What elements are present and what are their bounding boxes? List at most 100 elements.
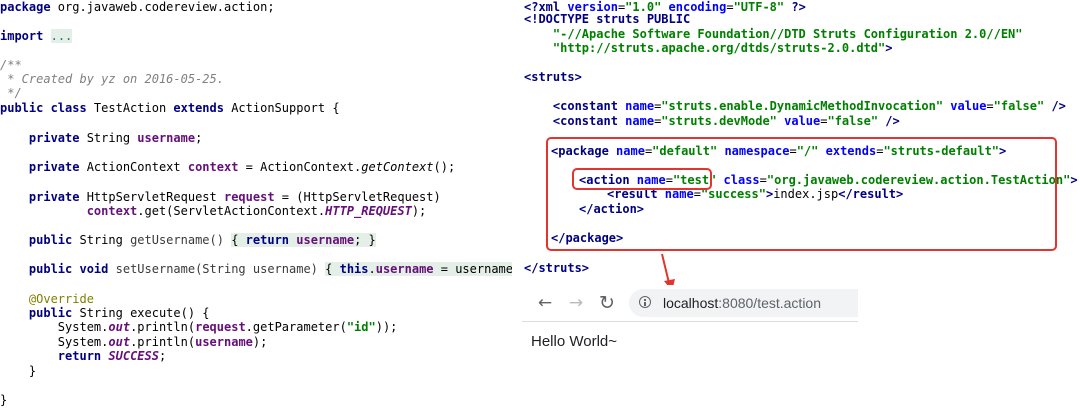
constant: HTTP_REQUEST (325, 204, 412, 218)
keyword: private (28, 190, 80, 204)
keyword: public void (28, 262, 109, 276)
xml-attr: value (950, 99, 987, 113)
code-text: . (368, 262, 376, 276)
reload-button[interactable]: ↻ (597, 293, 617, 313)
keyword: public (28, 306, 73, 320)
field-name: username (195, 335, 253, 349)
xml-tag: <constant (552, 114, 626, 128)
xml-line: <constant name="struts.devMode" value="f… (524, 114, 900, 128)
code-text: ; (158, 349, 167, 363)
page-body-text: Hello World~ (531, 333, 618, 350)
xml-attr: name (625, 99, 655, 113)
xml-tag: /> (878, 114, 900, 128)
fold-marker[interactable]: ... (50, 29, 73, 43)
java-editor: package org.javaweb.codereview.action; i… (0, 0, 512, 413)
xml-doctype: <!DOCTYPE struts PUBLIC (524, 12, 691, 26)
code-line: private String username; (0, 131, 202, 145)
code-text: TestAction (86, 101, 174, 115)
code-text: .getParameter( (245, 320, 347, 334)
url-text[interactable]: localhost:8080/test.action (663, 295, 821, 311)
method-call: getContext (361, 160, 434, 174)
xml-tag: <constant (552, 99, 626, 113)
code-line: public String getUsername() { return use… (0, 233, 376, 247)
code-text: ; } (354, 233, 376, 247)
code-text: String (79, 131, 138, 145)
keyword: import (0, 29, 44, 43)
xml-value: "false" (993, 99, 1045, 113)
package-highlight-box (546, 137, 1057, 251)
forward-button[interactable]: → (566, 293, 586, 313)
xml-tag: > (1070, 173, 1078, 187)
code-text: = (726, 0, 734, 14)
code-text: = ActionContext. (238, 160, 362, 174)
code-text: String execute() { (72, 306, 210, 320)
code-text: .println( (130, 335, 196, 349)
code-line: System.out.println(username); (0, 335, 268, 349)
code-text: = username; (440, 262, 512, 276)
keyword: extends (173, 101, 224, 115)
code-text: .get(ServletActionContext. (137, 204, 326, 218)
code-line: public String execute() { (0, 306, 210, 320)
code-text: ActionSupport { (223, 101, 340, 115)
xml-value: "UTF-8" (733, 0, 785, 14)
method-name: setUsername(String username) (108, 262, 326, 276)
browser-toolbar: ← → ↻ localhost:8080/test.action (522, 285, 858, 322)
info-icon[interactable] (639, 296, 651, 308)
xml-line: "-//Apache Software Foundation//DTD Stru… (524, 27, 1023, 41)
code-line: package org.javaweb.codereview.action; (0, 0, 275, 14)
code-line: System.out.println(request.getParameter(… (0, 320, 398, 334)
code-line: } (0, 393, 7, 407)
keyword: public (28, 233, 73, 247)
code-line: private ActionContext context = ActionCo… (0, 160, 455, 174)
xml-attr: value (784, 114, 821, 128)
static-field: out (108, 335, 131, 349)
annotation: @Override (0, 292, 94, 306)
code-text: { (325, 262, 340, 276)
keyword: private (28, 160, 80, 174)
keyword: private (28, 131, 80, 145)
xml-value: "-//Apache Software Foundation//DTD Stru… (552, 27, 1023, 41)
code-text: HttpServletRequest (79, 190, 224, 204)
code-text: System. (57, 320, 109, 334)
code-text: ; (195, 131, 203, 145)
field-name: context (187, 160, 239, 174)
code-text: System. (57, 335, 109, 349)
xml-tag: ?> (784, 0, 806, 14)
xml-line: "http://struts.apache.org/dtds/struts-2.… (524, 41, 893, 55)
code-text: } (28, 364, 37, 378)
code-line: context.get(ServletActionContext.HTTP_RE… (0, 204, 427, 218)
code-text: } (0, 393, 8, 407)
code-line: return SUCCESS; (0, 349, 166, 363)
method-name: getUsername() (130, 233, 224, 247)
code-comment: */ (0, 86, 22, 100)
code-text: )); (375, 320, 398, 334)
code-line: import ... (0, 29, 73, 43)
folded-method-body[interactable]: { this.username = username; } (325, 262, 512, 276)
code-text: String (72, 233, 131, 247)
code-text: = (986, 99, 994, 113)
code-line: } (0, 364, 36, 378)
code-line: private HttpServletRequest request = (Ht… (0, 190, 441, 204)
code-text: ActionContext (79, 160, 188, 174)
folded-method-body[interactable]: { return username; } (231, 233, 376, 247)
keyword: package (0, 0, 51, 14)
xml-struts-open: <struts> (524, 70, 582, 84)
code-comment: /** (0, 58, 22, 72)
action-name-highlight-box (572, 168, 712, 190)
xml-value: "struts.enable.DynamicMethodInvocation" (661, 99, 944, 113)
string-literal: "id" (346, 320, 376, 334)
code-text: org.javaweb.codereview.action; (50, 0, 275, 14)
code-text: = (HttpServletRequest) (274, 190, 441, 204)
field-name: username (375, 262, 434, 276)
code-comment: * Created by yz on 2016-05-25. (0, 72, 224, 86)
address-bar[interactable]: localhost:8080/test.action (629, 289, 858, 317)
code-line: public void setUsername(String username)… (0, 262, 512, 276)
code-line: public class TestAction extends ActionSu… (0, 101, 340, 115)
field-name: request (195, 320, 246, 334)
xml-value: "struts.devMode" (661, 114, 777, 128)
xml-tag: > (885, 41, 893, 55)
xml-tag: /> (1044, 99, 1066, 113)
url-path: :8080/test.action (718, 295, 822, 311)
back-button[interactable]: ← (535, 293, 555, 313)
constant: SUCCESS (108, 349, 159, 363)
